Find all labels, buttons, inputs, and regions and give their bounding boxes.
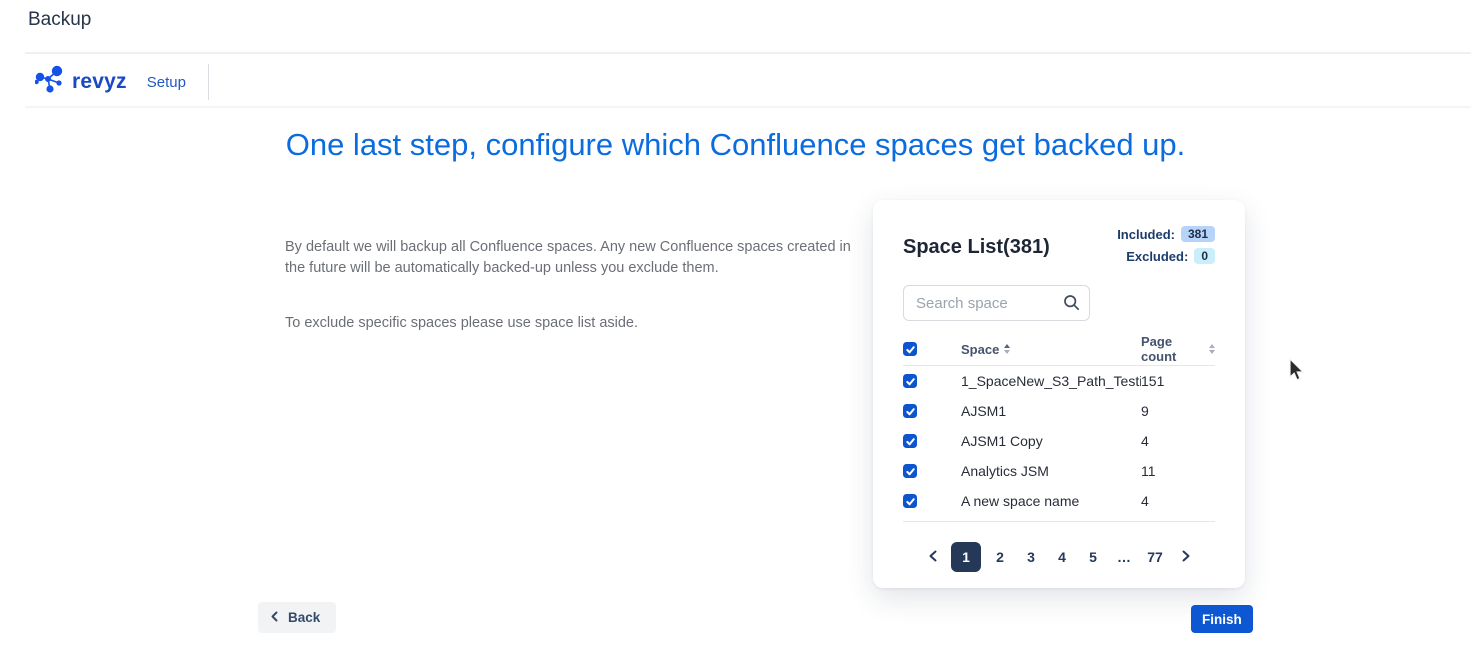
column-header-page-count-label: Page count — [1141, 334, 1204, 364]
column-header-page-count[interactable]: Page count — [1141, 334, 1215, 364]
page-title: Backup — [28, 9, 91, 31]
pagination-page-2[interactable]: 2 — [988, 544, 1012, 570]
space-table-body: 1_SpaceNew_S3_Path_Testi 151 AJSM1 9 AJS… — [903, 366, 1215, 516]
page-count-cell: 4 — [1141, 433, 1215, 449]
pagination-page-3[interactable]: 3 — [1019, 544, 1043, 570]
chevron-left-icon — [270, 610, 279, 625]
table-row: 1_SpaceNew_S3_Path_Testi 151 — [903, 366, 1215, 396]
excluded-label: Excluded: — [1126, 249, 1188, 264]
included-label: Included: — [1117, 227, 1175, 242]
chevron-left-icon — [928, 549, 939, 565]
row-checkbox[interactable] — [903, 434, 917, 448]
pagination-pages: 12345 … 77 — [951, 542, 1167, 572]
pagination-prev-button[interactable] — [922, 544, 944, 570]
included-count-line: Included: 381 — [1117, 226, 1215, 242]
space-name-cell: Analytics JSM — [961, 463, 1141, 479]
table-row: Analytics JSM 11 — [903, 456, 1215, 486]
page-heading: One last step, configure which Confluenc… — [0, 127, 1471, 163]
page-count-cell: 9 — [1141, 403, 1215, 419]
header-vertical-divider — [208, 64, 209, 100]
header-bottom-line — [25, 106, 1471, 108]
table-bottom-divider — [903, 521, 1215, 522]
space-name-cell: AJSM1 — [961, 403, 1141, 419]
app-header: revyz Setup — [35, 62, 209, 102]
row-checkbox[interactable] — [903, 494, 917, 508]
included-count-badge: 381 — [1181, 226, 1215, 242]
back-button[interactable]: Back — [258, 602, 336, 633]
space-table-header-row: Space Page count — [903, 333, 1215, 365]
finish-button[interactable]: Finish — [1191, 605, 1253, 633]
pagination-page-…: … — [1112, 544, 1136, 570]
page-count-cell: 151 — [1141, 373, 1215, 389]
brand-logo-molecule-icon — [35, 64, 65, 101]
description-paragraph-2: To exclude specific spaces please use sp… — [285, 313, 873, 334]
select-all-checkbox[interactable] — [903, 342, 917, 356]
table-row: A new space name 4 — [903, 486, 1215, 516]
space-name-cell: AJSM1 Copy — [961, 433, 1141, 449]
column-header-space-label: Space — [961, 342, 999, 357]
back-button-label: Back — [288, 610, 320, 625]
sort-carets-icon-page-count — [1209, 344, 1215, 354]
search-icon — [1063, 294, 1080, 316]
description-paragraph-1: By default we will backup all Confluence… — [285, 237, 873, 279]
excluded-count-badge: 0 — [1194, 248, 1215, 264]
excluded-count-line: Excluded: 0 — [1117, 248, 1215, 264]
counts-block: Included: 381 Excluded: 0 — [1117, 226, 1215, 270]
space-name-cell: 1_SpaceNew_S3_Path_Testi — [961, 373, 1141, 389]
space-table: Space Page count 1_SpaceNew_S3_Path_Test… — [903, 333, 1215, 522]
pagination-page-1[interactable]: 1 — [951, 542, 981, 572]
pagination-page-77[interactable]: 77 — [1143, 544, 1167, 570]
nav-item-setup[interactable]: Setup — [147, 74, 186, 91]
description-block: By default we will backup all Confluence… — [285, 237, 873, 334]
row-checkbox[interactable] — [903, 404, 917, 418]
brand-name: revyz — [72, 70, 127, 94]
mouse-cursor — [1286, 358, 1306, 387]
pagination-next-button[interactable] — [1174, 544, 1196, 570]
search-space-input[interactable] — [903, 285, 1090, 321]
page-count-cell: 4 — [1141, 493, 1215, 509]
row-checkbox[interactable] — [903, 464, 917, 478]
column-header-space[interactable]: Space — [961, 342, 1141, 357]
sort-carets-icon-space — [1004, 344, 1010, 354]
page-count-cell: 11 — [1141, 463, 1215, 479]
pagination: 12345 … 77 — [903, 542, 1215, 572]
table-row: AJSM1 9 — [903, 396, 1215, 426]
row-checkbox[interactable] — [903, 374, 917, 388]
chevron-right-icon — [1180, 549, 1191, 565]
pagination-page-5[interactable]: 5 — [1081, 544, 1105, 570]
top-divider-line — [25, 52, 1471, 54]
table-row: AJSM1 Copy 4 — [903, 426, 1215, 456]
space-list-card: Space List(381) Included: 381 Excluded: … — [873, 200, 1245, 588]
space-list-title: Space List(381) — [903, 236, 1050, 259]
pagination-page-4[interactable]: 4 — [1050, 544, 1074, 570]
search-space-field — [903, 285, 1090, 321]
space-name-cell: A new space name — [961, 493, 1141, 509]
space-list-card-header: Space List(381) Included: 381 Excluded: … — [903, 226, 1215, 270]
